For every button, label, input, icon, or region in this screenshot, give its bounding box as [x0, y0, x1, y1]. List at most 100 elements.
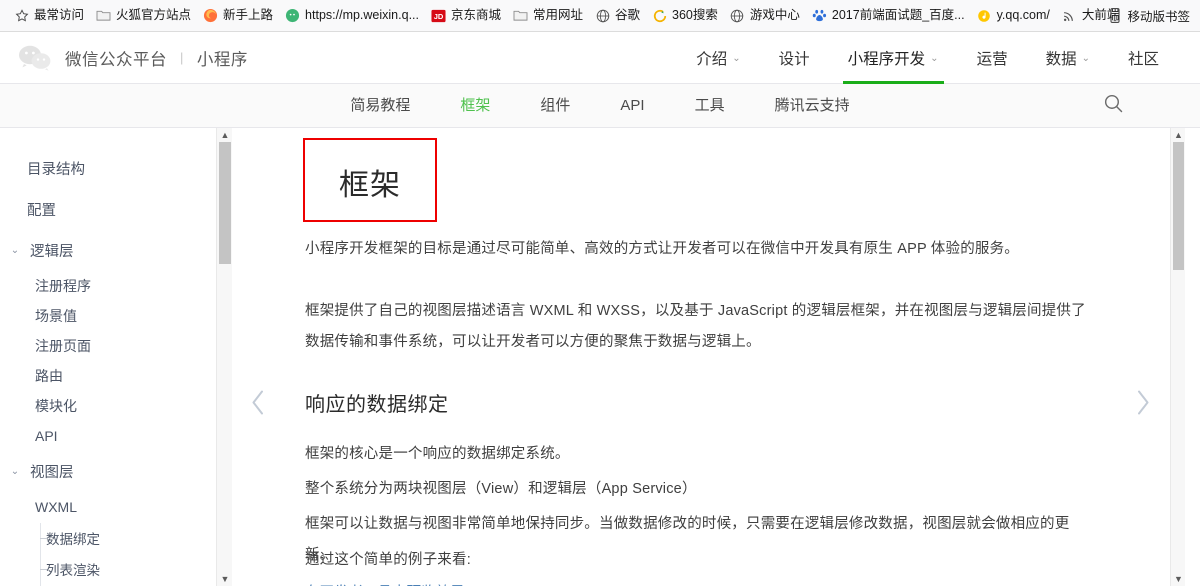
bookmark-item-common-sites[interactable]: 常用网址	[507, 6, 589, 25]
rss-icon	[1062, 8, 1077, 23]
sidebar-item-register-page[interactable]: 注册页面	[0, 331, 232, 361]
sidebar-scrollbar[interactable]: ▲ ▼	[216, 128, 232, 586]
article-paragraph-2: 框架提供了自己的视图层描述语言 WXML 和 WXSS，以及基于 JavaScr…	[305, 296, 1095, 358]
bookmark-label: 2017前端面试题_百度...	[832, 9, 965, 22]
subnav-item-tencent-cloud[interactable]: 腾讯云支持	[750, 84, 875, 128]
wechat-icon	[285, 8, 300, 23]
sidebar-group-view-layer[interactable]: ⌄ 视图层	[0, 451, 232, 492]
bookmark-item-firefox-site[interactable]: 火狐官方站点	[90, 6, 197, 25]
search-button[interactable]	[1098, 91, 1128, 121]
mobile-bookmarks-label: 移动版书签	[1127, 6, 1190, 25]
preview-in-devtools-link[interactable]: 在开发者工具中预览效果	[305, 581, 465, 586]
globe-icon	[730, 8, 745, 23]
nav-item-data[interactable]: 数据 ⌄	[1027, 32, 1109, 84]
scroll-down-arrow-icon[interactable]: ▼	[1171, 572, 1185, 586]
sidebar-item-label: 逻辑层	[30, 240, 74, 261]
sidebar-item-register-app[interactable]: 注册程序	[0, 271, 232, 301]
qqmusic-icon	[977, 8, 992, 23]
sidebar-item-label: 路由	[35, 366, 63, 386]
nav-item-label: 数据	[1046, 47, 1077, 69]
360-icon	[652, 8, 667, 23]
nav-item-label: 运营	[977, 47, 1008, 69]
bookmark-item-qq-music[interactable]: y.qq.com/	[971, 6, 1056, 25]
bookmark-label: 火狐官方站点	[116, 9, 191, 22]
next-page-button[interactable]	[1127, 390, 1157, 420]
bookmark-item-beginner[interactable]: 新手上路	[197, 6, 279, 25]
mobile-bookmarks-button[interactable]: 移动版书签	[1107, 6, 1190, 25]
brand[interactable]: 微信公众平台 | 小程序	[18, 45, 248, 71]
chevron-down-icon: ⌄	[930, 53, 938, 64]
bookmark-item-weixin-mp[interactable]: https://mp.weixin.q...	[279, 6, 425, 25]
bookmark-item-most-visited[interactable]: 最常访问	[8, 6, 90, 25]
bookmark-label: https://mp.weixin.q...	[305, 9, 419, 22]
chevron-right-icon	[1134, 389, 1151, 421]
subnav-item-api[interactable]: API	[595, 84, 669, 128]
bookmark-label: 最常访问	[34, 9, 84, 22]
page-scrollbar-thumb[interactable]	[1173, 142, 1184, 270]
bookmark-item-baidu-interview[interactable]: 2017前端面试题_百度...	[806, 6, 971, 25]
sidebar-item-scene-value[interactable]: 场景值	[0, 301, 232, 331]
sidebar-item-routing[interactable]: 路由	[0, 361, 232, 391]
sidebar-item-list-rendering[interactable]: 列表渲染	[0, 553, 232, 584]
main-nav: 介绍 ⌄ 设计 小程序开发 ⌄ 运营 数据 ⌄ 社区	[677, 32, 1178, 84]
nav-item-miniprogram-dev[interactable]: 小程序开发 ⌄	[829, 32, 958, 84]
bookmark-label: 游戏中心	[750, 9, 800, 22]
subnav-item-tools[interactable]: 工具	[670, 84, 750, 128]
page-scrollbar[interactable]: ▲ ▼	[1170, 128, 1185, 586]
bookmark-item-google[interactable]: 谷歌	[589, 6, 646, 25]
scroll-up-arrow-icon[interactable]: ▲	[1171, 128, 1185, 142]
bookmark-label: 新手上路	[223, 9, 273, 22]
scroll-up-arrow-icon[interactable]: ▲	[217, 128, 233, 142]
nav-item-label: 社区	[1128, 47, 1159, 69]
sidebar-item-api[interactable]: API	[0, 421, 232, 451]
prev-page-button[interactable]	[243, 390, 273, 420]
nav-item-intro[interactable]: 介绍 ⌄	[677, 32, 759, 84]
sidebar-group-logic-layer[interactable]: ⌄ 逻辑层	[0, 230, 232, 271]
sidebar-item-modularization[interactable]: 模块化	[0, 391, 232, 421]
sub-nav-items: 简易教程 框架 组件 API 工具 腾讯云支持	[325, 84, 874, 128]
subnav-item-components[interactable]: 组件	[515, 84, 595, 128]
subnav-item-framework[interactable]: 框架	[435, 84, 515, 128]
bookmark-item-jd[interactable]: JD 京东商城	[425, 6, 507, 25]
baidu-icon	[812, 8, 827, 23]
nav-item-community[interactable]: 社区	[1109, 32, 1178, 84]
sidebar-item-label: WXML	[35, 499, 77, 515]
brand-separator: |	[180, 50, 184, 65]
sidebar-item-label: 模块化	[35, 396, 77, 416]
sidebar-item-wxml[interactable]: WXML	[0, 492, 232, 522]
sidebar-item-label: 配置	[27, 199, 56, 220]
brand-title: 微信公众平台	[65, 46, 167, 70]
page-body: 目录结构 配置 ⌄ 逻辑层 注册程序 场景值 注册页面 路由 模块化 API ⌄…	[0, 128, 1200, 586]
firefox-icon	[203, 8, 218, 23]
nav-item-design[interactable]: 设计	[760, 32, 829, 84]
chevron-down-icon: ⌄	[8, 245, 22, 256]
sidebar-item-label: 注册页面	[35, 336, 91, 356]
sidebar-item-label: 注册程序	[35, 276, 91, 296]
sidebar-item-config[interactable]: 配置	[0, 189, 232, 230]
mobile-icon	[1107, 8, 1122, 23]
folder-icon	[96, 8, 111, 23]
docs-content: 框架 小程序开发框架的目标是通过尽可能简单、高效的方式让开发者可以在微信中开发具…	[233, 128, 1185, 586]
sidebar-item-label: API	[35, 428, 58, 444]
chevron-down-icon: ⌄	[8, 466, 22, 477]
section-paragraph-4: 通过这个简单的例子来看:	[305, 545, 1095, 576]
sidebar-scrollbar-thumb[interactable]	[219, 142, 231, 264]
site-header: 微信公众平台 | 小程序 介绍 ⌄ 设计 小程序开发 ⌄ 运营 数据 ⌄ 社区	[0, 32, 1200, 84]
sidebar-item-label: 列表渲染	[46, 559, 100, 579]
wechat-logo-icon	[18, 45, 52, 71]
bookmark-item-360-search[interactable]: 360搜索	[646, 6, 724, 25]
sidebar-item-directory-structure[interactable]: 目录结构	[0, 148, 232, 189]
scroll-down-arrow-icon[interactable]: ▼	[217, 572, 233, 586]
jd-icon: JD	[431, 8, 446, 23]
sidebar-item-data-binding[interactable]: 数据绑定	[0, 522, 232, 553]
bookmark-label: 360搜索	[672, 9, 718, 22]
svg-text:JD: JD	[434, 12, 444, 21]
sidebar-item-label: 目录结构	[27, 158, 85, 179]
sidebar-item-label: 数据绑定	[46, 528, 100, 548]
subnav-item-tutorial[interactable]: 简易教程	[325, 84, 435, 128]
sub-nav: 简易教程 框架 组件 API 工具 腾讯云支持	[0, 84, 1200, 128]
bookmark-item-game-center[interactable]: 游戏中心	[724, 6, 806, 25]
sidebar-item-label: 视图层	[30, 461, 74, 482]
nav-item-operations[interactable]: 运营	[958, 32, 1027, 84]
browser-bookmarks-bar: 最常访问 火狐官方站点 新手上路 https://mp.weixin.q... …	[0, 0, 1200, 32]
